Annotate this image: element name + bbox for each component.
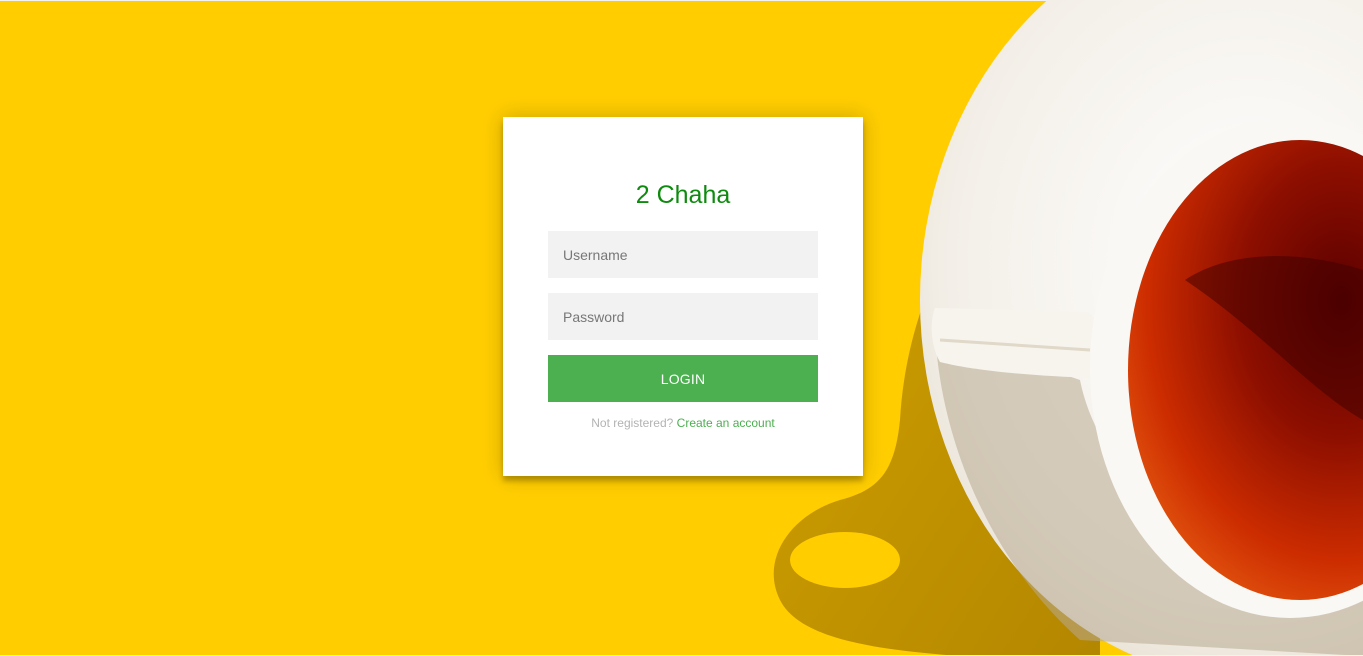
register-prompt-text: Not registered? <box>591 416 674 430</box>
register-prompt-line: Not registered? Create an account <box>503 416 863 430</box>
username-input[interactable] <box>548 231 818 278</box>
login-card: 2 Chaha LOGIN Not registered? Create an … <box>503 117 863 476</box>
login-button[interactable]: LOGIN <box>548 355 818 402</box>
brand-title: 2 Chaha <box>635 181 731 209</box>
create-account-link[interactable]: Create an account <box>677 416 775 430</box>
password-input[interactable] <box>548 293 818 340</box>
